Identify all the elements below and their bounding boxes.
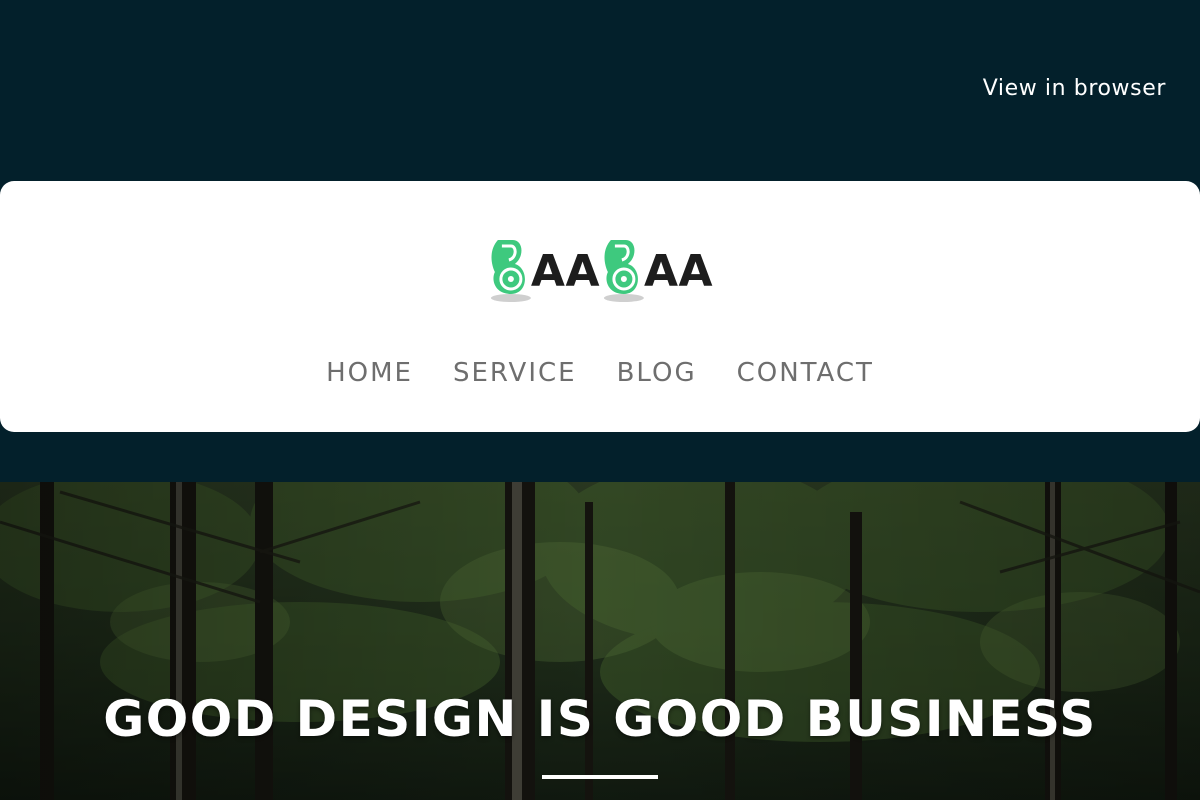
nav-item-home[interactable]: HOME [326,358,413,388]
logo-text-first: AA [530,246,600,297]
nav-item-contact[interactable]: CONTACT [737,358,874,388]
nav-item-blog[interactable]: BLOG [617,358,697,388]
logo-b-icon [604,240,644,302]
view-in-browser-link[interactable]: View in browser [983,76,1166,101]
logo-b-icon [490,240,531,302]
hero-title: GOOD DESIGN IS GOOD BUSINESS [103,690,1097,748]
forest-background-image [0,482,1200,800]
brand-logo[interactable]: AA AA [487,232,713,302]
main-nav: HOME SERVICE BLOG CONTACT [0,358,1200,388]
header-card [0,181,1200,432]
email-page: View in browser AA AA HOME SERVICE BLOG … [0,0,1200,800]
hero-divider [542,775,658,779]
nav-item-service[interactable]: SERVICE [453,358,577,388]
hero-banner: GOOD DESIGN IS GOOD BUSINESS [0,482,1200,800]
logo-text-second: AA [644,246,714,297]
